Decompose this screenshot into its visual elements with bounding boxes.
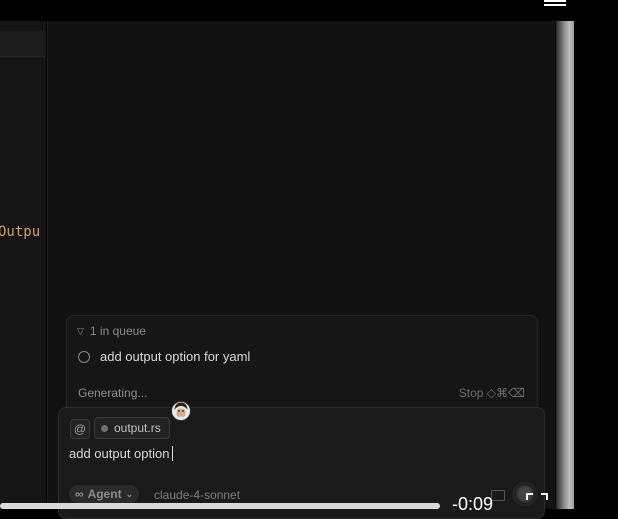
text-caret: [172, 446, 174, 461]
stop-button[interactable]: Stop ◇⌘⌫: [459, 386, 525, 400]
context-file-chip[interactable]: output.rs: [94, 417, 170, 439]
generating-status: Generating...: [78, 386, 148, 400]
cursor-avatar-icon: [171, 401, 191, 421]
editor-tab-strip: [0, 31, 46, 57]
infinity-icon: ∞: [75, 487, 84, 501]
video-progress-bar[interactable]: [0, 503, 440, 509]
menu-icon[interactable]: [544, 0, 566, 6]
code-editor: Outpu: [0, 21, 46, 509]
chevron-down-icon: ▽: [77, 325, 84, 336]
queue-card: ▽ 1 in queue add output option for yaml …: [66, 315, 538, 415]
prompt-input[interactable]: add output option: [69, 446, 174, 461]
queue-item-label: add output option for yaml: [100, 349, 251, 364]
chevron-down-icon: ⌄: [125, 488, 134, 499]
image-icon[interactable]: [491, 490, 505, 501]
fullscreen-icon[interactable]: [526, 493, 548, 509]
scrollbar[interactable]: [556, 21, 574, 509]
top-bar: [0, 0, 584, 21]
prompt-text: add output option: [69, 446, 170, 461]
queue-count: 1 in queue: [89, 324, 146, 338]
mode-label: Agent: [87, 487, 122, 501]
video-timecode: -0:09: [452, 494, 494, 514]
file-icon: [101, 424, 108, 432]
radio-circle-icon[interactable]: [78, 350, 90, 363]
mode-selector[interactable]: ∞ Agent ⌄: [69, 485, 140, 503]
mention-button[interactable]: @: [70, 419, 90, 439]
model-selector[interactable]: claude-4-sonnet: [154, 488, 240, 502]
context-file-label: output.rs: [114, 421, 161, 435]
code-text: Outpu: [0, 224, 41, 240]
queue-item[interactable]: add output option for yaml: [78, 349, 250, 364]
queue-header[interactable]: ▽ 1 in queue: [77, 324, 146, 338]
